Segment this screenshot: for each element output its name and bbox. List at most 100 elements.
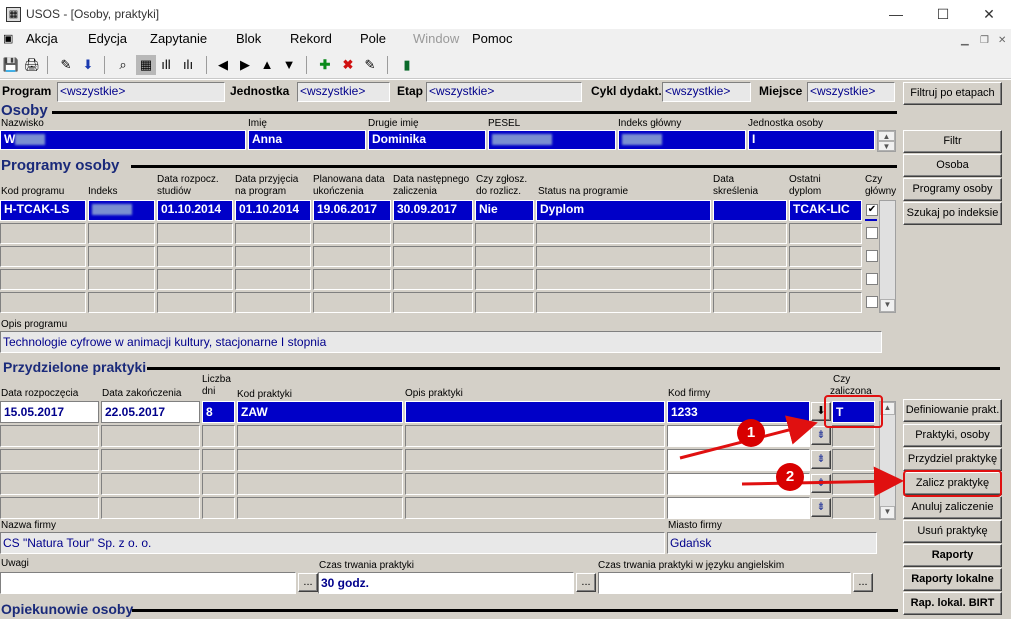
praktyki-empty-cell[interactable] — [832, 425, 875, 447]
programy-empty-cell[interactable] — [789, 292, 862, 313]
drugie-imie-field[interactable]: Dominika — [368, 130, 486, 150]
clear-record-icon[interactable]: ✎ — [360, 55, 380, 75]
programy-empty-cell[interactable] — [313, 292, 391, 313]
programy-empty-cell[interactable] — [157, 292, 233, 313]
programy-empty-cell[interactable] — [393, 223, 473, 244]
czas-field[interactable]: 30 godz. — [318, 572, 574, 594]
lov-button-icon[interactable]: ⇟ — [811, 474, 831, 493]
menu-pomoc[interactable]: Pomoc — [472, 31, 512, 46]
run-query-icon[interactable]: ▦ — [136, 55, 156, 75]
praktyki-empty-cell[interactable] — [202, 497, 235, 519]
programy-empty-cell[interactable] — [536, 292, 711, 313]
osoby-scrollbar[interactable]: ▲ ▼ — [877, 130, 896, 152]
count-icon[interactable]: ıll — [156, 55, 176, 75]
praktyki-empty-cell[interactable] — [0, 425, 99, 447]
programy-empty-cell[interactable] — [713, 223, 787, 244]
programy-empty-cell[interactable] — [393, 292, 473, 313]
praktyki-empty-cell[interactable] — [667, 497, 810, 519]
kod-programu-field[interactable]: H-TCAK-LS — [0, 200, 86, 221]
programy-empty-cell[interactable] — [536, 269, 711, 290]
praktyki-empty-cell[interactable] — [237, 425, 403, 447]
data-rozpoczecia-field[interactable]: 15.05.2017 — [0, 401, 99, 423]
programy-empty-cell[interactable] — [536, 223, 711, 244]
insert-record-icon[interactable]: ✚ — [315, 55, 335, 75]
rap-lokal-birt-button[interactable]: Rap. lokal. BIRT — [903, 592, 1002, 615]
prev-record-icon[interactable]: ◀ — [213, 55, 233, 75]
raporty-button[interactable]: Raporty — [903, 544, 1002, 567]
pesel-field[interactable] — [488, 130, 616, 150]
etap-filter-field[interactable]: <wszystkie> — [426, 82, 582, 102]
praktyki-empty-cell[interactable] — [237, 497, 403, 519]
cykl-filter-field[interactable]: <wszystkie> — [662, 82, 751, 102]
praktyki-empty-cell[interactable] — [202, 473, 235, 495]
praktyki-empty-cell[interactable] — [101, 425, 200, 447]
nast-date-field[interactable]: 30.09.2017 — [393, 200, 473, 221]
imie-field[interactable]: Anna — [248, 130, 366, 150]
programy-empty-cell[interactable] — [475, 246, 534, 267]
praktyki-empty-cell[interactable] — [0, 473, 99, 495]
praktyki-empty-cell[interactable] — [405, 497, 665, 519]
programy-empty-cell[interactable] — [157, 269, 233, 290]
indeks-glowny-field[interactable] — [618, 130, 746, 150]
praktyki-empty-cell[interactable] — [405, 425, 665, 447]
status-field[interactable]: Dyplom — [536, 200, 711, 221]
maximize-button[interactable]: ☐ — [920, 0, 966, 29]
programy-empty-cell[interactable] — [713, 246, 787, 267]
praktyki-empty-cell[interactable] — [101, 473, 200, 495]
dyplom-field[interactable]: TCAK-LIC — [789, 200, 862, 221]
data-rozp-field[interactable]: 01.10.2014 — [157, 200, 233, 221]
minimize-button[interactable]: — — [873, 0, 919, 29]
programy-empty-cell[interactable] — [536, 246, 711, 267]
programy-empty-cell[interactable] — [313, 246, 391, 267]
programy-empty-cell[interactable] — [475, 269, 534, 290]
glowny-checkbox[interactable] — [866, 250, 878, 262]
czas-en-field[interactable] — [598, 572, 851, 594]
uwagi-editor-button[interactable]: ... — [298, 573, 318, 592]
programy-empty-cell[interactable] — [789, 246, 862, 267]
query-icon[interactable]: ⌕ — [113, 55, 133, 75]
scroll-down-icon[interactable]: ▼ — [880, 299, 895, 312]
glowny-checkbox[interactable] — [866, 273, 878, 285]
liczba-dni-field[interactable]: 8 — [202, 401, 235, 423]
menu-zapytanie[interactable]: Zapytanie — [150, 31, 207, 46]
programy-empty-cell[interactable] — [0, 223, 86, 244]
print-icon[interactable]: 🖨 — [22, 55, 42, 75]
filter-by-stages-button[interactable]: Filtruj po etapach — [903, 82, 1002, 105]
programy-empty-cell[interactable] — [393, 269, 473, 290]
mdi-minimize-icon[interactable]: ▁ — [961, 35, 969, 46]
indeks-field[interactable] — [88, 200, 155, 221]
menu-akcja[interactable]: Akcja — [26, 31, 58, 46]
next-block-icon[interactable]: ▼ — [279, 55, 299, 75]
glowny-checkbox[interactable] — [866, 296, 878, 308]
filtr-button[interactable]: Filtr — [903, 130, 1002, 153]
praktyki-empty-cell[interactable] — [832, 449, 875, 471]
nazwisko-field[interactable]: W — [0, 130, 246, 150]
programy-scrollbar[interactable]: ▼ — [879, 200, 896, 313]
programy-empty-cell[interactable] — [88, 246, 155, 267]
data-zakonczenia-field[interactable]: 22.05.2017 — [101, 401, 200, 423]
lov-button-icon[interactable]: ⇟ — [811, 450, 831, 469]
delete-record-icon[interactable]: ✖ — [338, 55, 358, 75]
praktyki-empty-cell[interactable] — [101, 497, 200, 519]
programy-empty-cell[interactable] — [235, 292, 311, 313]
next-record-icon[interactable]: ▶ — [235, 55, 255, 75]
jednostka-filter-field[interactable]: <wszystkie> — [297, 82, 390, 102]
praktyki-empty-cell[interactable] — [0, 449, 99, 471]
praktyki-empty-cell[interactable] — [202, 425, 235, 447]
raporty-lokalne-button[interactable]: Raporty lokalne — [903, 568, 1002, 591]
prev-block-icon[interactable]: ▲ — [257, 55, 277, 75]
praktyki-empty-cell[interactable] — [405, 449, 665, 471]
count-all-icon[interactable]: ılı — [178, 55, 198, 75]
nazwa-firmy-field[interactable]: CS "Natura Tour" Sp. z o. o. — [0, 532, 665, 554]
praktyki-empty-cell[interactable] — [832, 497, 875, 519]
menu-edycja[interactable]: Edycja — [88, 31, 127, 46]
menu-rekord[interactable]: Rekord — [290, 31, 332, 46]
definiowanie-prakt-button[interactable]: Definiowanie prakt. — [903, 399, 1002, 422]
programy-empty-cell[interactable] — [235, 269, 311, 290]
scroll-up-icon[interactable]: ▲ — [878, 131, 895, 141]
szukaj-po-indeksie-button[interactable]: Szukaj po indeksie — [903, 202, 1002, 225]
praktyki-empty-cell[interactable] — [101, 449, 200, 471]
osoba-button[interactable]: Osoba — [903, 154, 1002, 177]
programy-empty-cell[interactable] — [0, 269, 86, 290]
programy-empty-cell[interactable] — [235, 246, 311, 267]
